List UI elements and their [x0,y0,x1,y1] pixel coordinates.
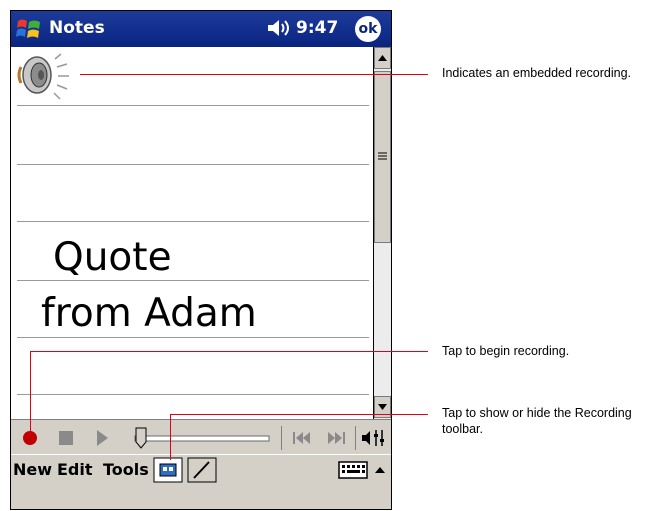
recording-toolbar-toggle-button[interactable] [153,457,183,483]
position-slider[interactable] [133,426,273,450]
play-button[interactable] [87,426,117,450]
pocketpc-screen: Notes 9:47 ok Quote from Adam New Edit T… [10,10,392,510]
skip-back-button[interactable] [287,426,317,450]
scroll-thumb[interactable] [374,71,391,243]
grip-icon [378,152,387,160]
vertical-scrollbar[interactable] [373,47,391,419]
clock-time[interactable]: 9:47 [296,18,338,38]
keyboard-icon[interactable] [337,459,369,481]
toolbar-separator [281,426,282,450]
skip-forward-button[interactable] [321,426,351,450]
note-rule [17,394,369,395]
note-canvas[interactable]: Quote from Adam [11,47,373,419]
title-bar: Notes 9:47 ok [11,11,391,47]
note-rule [17,280,369,281]
toolbar-separator [355,426,356,450]
callout-toggle-toolbar-line1: Tap to show or hide the Recording [442,406,632,420]
callout-vline-record [30,351,31,435]
callout-embedded-recording: Indicates an embedded recording. [442,66,632,80]
pen-icon[interactable] [187,457,217,483]
callout-begin-recording: Tap to begin recording. [442,344,570,358]
callout-line-record [30,351,428,352]
callout-vline-toolbar [170,414,171,460]
note-rule [17,221,369,222]
handwritten-line-2[interactable]: from Adam [41,291,257,336]
callout-line-embedded [80,74,428,75]
recording-speaker-icon[interactable] [15,49,73,101]
menu-new[interactable]: New [13,460,52,479]
menu-bar: New Edit Tools [11,454,391,509]
volume-icon[interactable] [265,17,295,39]
handwritten-line-1[interactable]: Quote [53,235,172,280]
callout-toggle-toolbar-line2: toolbar. [442,422,484,436]
scroll-up-arrow-icon [378,55,387,61]
note-rule [17,105,369,106]
input-panel-arrow-icon[interactable] [371,459,389,481]
app-title: Notes [49,18,105,38]
ok-button[interactable]: ok [355,16,381,42]
menu-edit[interactable]: Edit [57,460,93,479]
windows-start-icon[interactable] [15,16,43,42]
scroll-up-button[interactable] [374,47,391,69]
note-rule [17,164,369,165]
recording-toolbar [11,419,391,454]
callout-line-toolbar [170,414,428,415]
stop-button[interactable] [51,426,81,450]
volume-control-icon[interactable] [359,426,387,450]
note-rule [17,337,369,338]
menu-tools[interactable]: Tools [103,460,149,479]
